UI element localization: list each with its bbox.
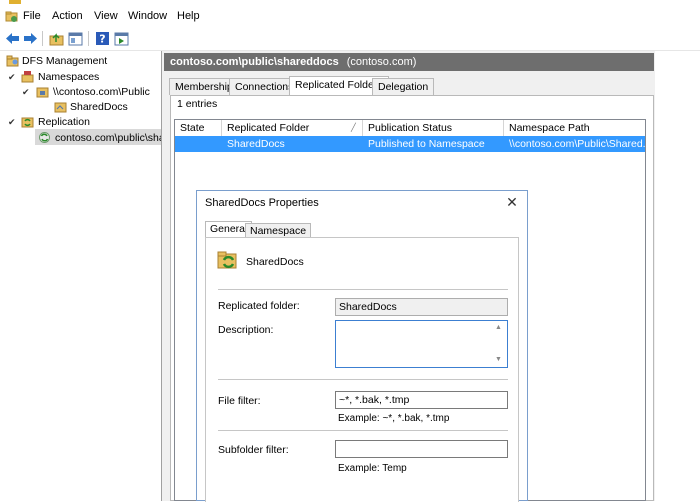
replicated-folder-label: Replicated folder: <box>218 300 300 312</box>
tab-namespace[interactable]: Namespace <box>245 223 312 238</box>
menu-window[interactable]: Window <box>128 10 167 22</box>
svg-text:?: ? <box>99 33 105 46</box>
cell-replicated-folder: SharedDocs <box>227 138 285 150</box>
close-button[interactable]: ✕ <box>503 193 521 211</box>
tree-item-shareddocs[interactable]: SharedDocs <box>70 100 128 114</box>
help-icon: ? <box>96 32 109 46</box>
forward-button[interactable] <box>22 30 39 47</box>
divider <box>218 379 508 380</box>
properties-dialog: SharedDocs Properties ✕ General Namespac… <box>196 190 528 502</box>
entries-count: 1 entries <box>177 98 218 110</box>
menu-file[interactable]: File <box>23 10 41 22</box>
menu-view[interactable]: View <box>94 10 118 22</box>
toolbar-separator <box>42 31 43 46</box>
dialog-title: SharedDocs Properties <box>205 197 319 209</box>
sort-indicator-icon: ╱ <box>351 123 356 132</box>
details-subtitle: (contoso.com) <box>346 56 417 68</box>
shared-folder-icon <box>54 100 67 113</box>
folder-name: SharedDocs <box>246 256 304 268</box>
column-state[interactable]: State <box>175 120 222 136</box>
subfolder-filter-field[interactable] <box>335 440 508 458</box>
show-action-pane-button[interactable] <box>113 30 130 47</box>
app-icon <box>9 0 21 4</box>
subfolder-filter-label: Subfolder filter: <box>218 444 289 456</box>
arrow-right-icon <box>24 33 37 44</box>
cell-publication-status: Published to Namespace <box>368 138 485 150</box>
action-pane-area <box>655 51 700 501</box>
table-row[interactable]: SharedDocs Published to Namespace \\cont… <box>175 136 645 152</box>
toolbar-separator <box>88 31 89 46</box>
tree-item-replication-group[interactable]: contoso.com\public\shareddocs <box>55 131 161 145</box>
replicated-folder-field[interactable]: SharedDocs <box>335 298 508 316</box>
folder-app-icon <box>5 10 18 23</box>
scroll-up-icon[interactable]: ▲ <box>495 324 515 331</box>
replicated-folder-icon <box>216 248 240 272</box>
scroll-down-icon[interactable]: ▼ <box>495 356 515 363</box>
chevron-down-icon[interactable]: ✔ <box>8 72 16 83</box>
details-title-bar: contoso.com\public\shareddocs (contoso.co… <box>164 53 654 71</box>
file-filter-label: File filter: <box>218 395 261 407</box>
cell-state <box>175 136 222 152</box>
column-replicated-folder[interactable]: Replicated Folder <box>222 120 363 136</box>
tree-item-namespace-path[interactable]: \\contoso.com\Public <box>53 85 150 99</box>
divider <box>218 430 508 431</box>
arrow-left-icon <box>6 33 19 44</box>
dfs-management-icon <box>6 54 19 67</box>
description-label: Description: <box>218 324 274 336</box>
tree-item-replication[interactable]: Replication <box>38 115 90 129</box>
replication-group-icon <box>38 131 51 144</box>
subfolder-filter-example: Example: Temp <box>338 463 407 474</box>
action-pane-icon <box>114 32 129 45</box>
list-header: State Replicated Folder ╱ Publication St… <box>175 120 645 137</box>
tree-item-dfs-management[interactable]: DFS Management <box>22 54 107 68</box>
show-hide-tree-button[interactable] <box>67 30 84 47</box>
namespace-root-icon <box>36 85 49 98</box>
chevron-down-icon[interactable]: ✔ <box>8 117 16 128</box>
console-tree-icon <box>68 32 83 45</box>
column-namespace-path[interactable]: Namespace Path <box>504 120 645 136</box>
menu-bar: File Action View Window Help <box>0 6 700 28</box>
general-tab-content: SharedDocs Replicated folder: SharedDocs… <box>205 237 519 502</box>
replication-icon <box>21 115 34 128</box>
column-publication-status[interactable]: Publication Status <box>363 120 504 136</box>
menu-help[interactable]: Help <box>177 10 200 22</box>
file-filter-field[interactable]: ~*, *.bak, *.tmp <box>335 391 508 409</box>
details-title: contoso.com\public\shareddocs <box>170 56 339 68</box>
cell-namespace-path: \\contoso.com\Public\Shared... <box>509 138 645 150</box>
description-field[interactable] <box>335 320 508 368</box>
console-tree: DFS Management ✔ Namespaces ✔ \\contoso.… <box>0 51 162 501</box>
help-button[interactable]: ? <box>94 30 111 47</box>
namespaces-icon <box>21 70 34 83</box>
chevron-down-icon[interactable]: ✔ <box>22 87 30 98</box>
menu-action[interactable]: Action <box>52 10 83 22</box>
file-filter-example: Example: ~*, *.bak, *.tmp <box>338 413 450 424</box>
tree-item-namespaces[interactable]: Namespaces <box>38 70 99 84</box>
tab-delegation[interactable]: Delegation <box>372 78 435 95</box>
toolbar: ? <box>0 28 700 51</box>
up-folder-button[interactable] <box>48 30 65 47</box>
folder-up-icon <box>49 32 64 45</box>
back-button[interactable] <box>4 30 21 47</box>
divider <box>218 289 508 290</box>
